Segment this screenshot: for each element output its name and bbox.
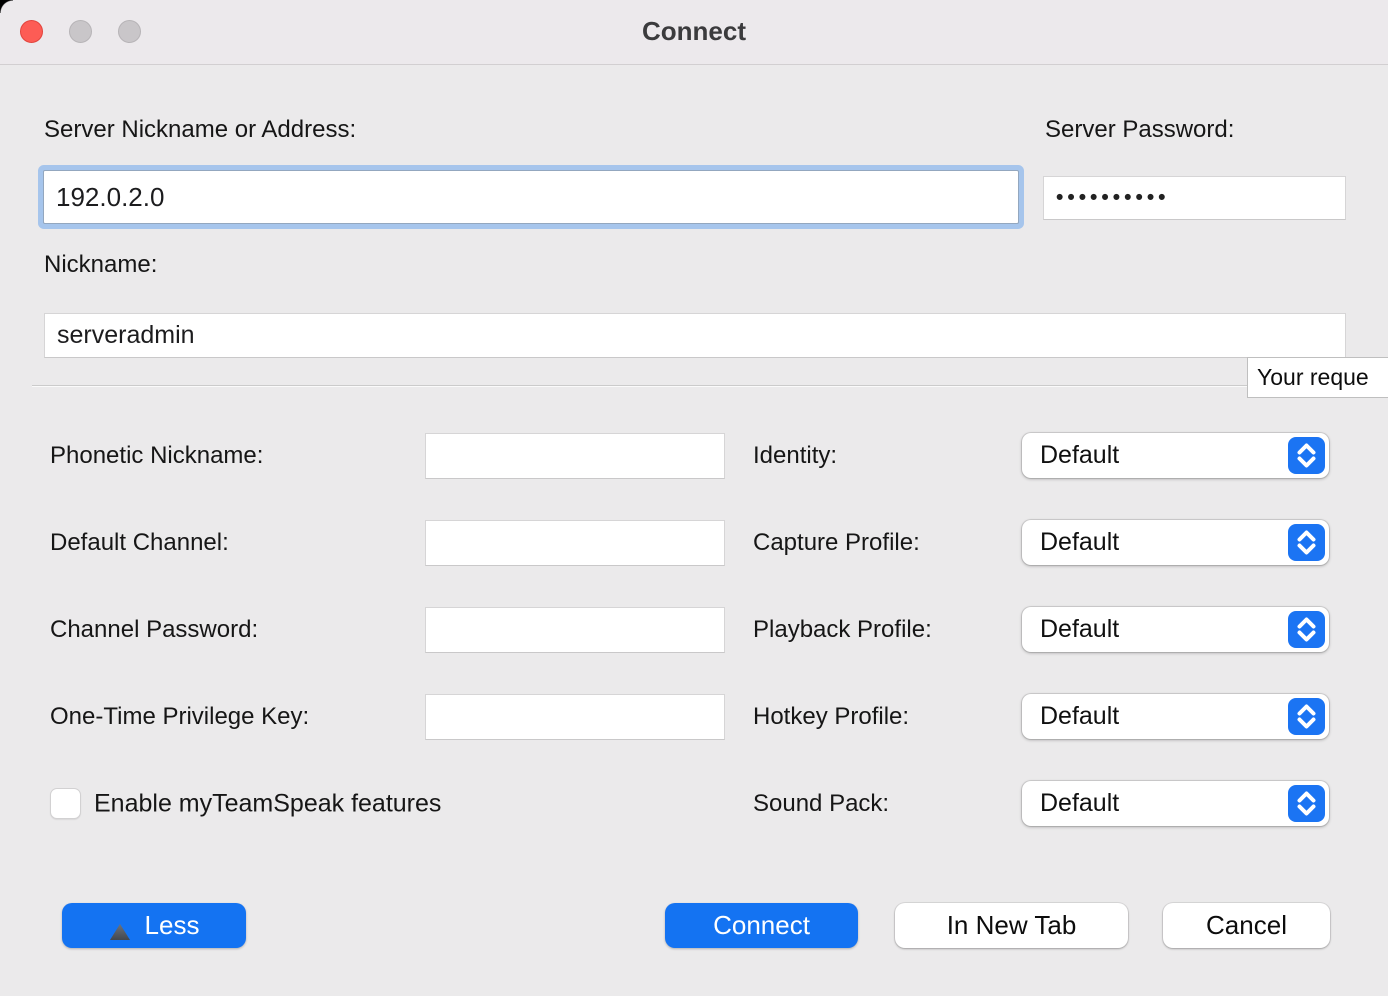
window-title: Connect — [0, 0, 1388, 64]
capture-profile-dropdown-value: Default — [1040, 520, 1119, 565]
capture-profile-dropdown[interactable]: Default — [1022, 520, 1329, 565]
titlebar: Connect — [0, 0, 1388, 65]
form-row: One-Time Privilege Key: Hotkey Profile: … — [0, 693, 1388, 741]
phonetic-nickname-label: Phonetic Nickname: — [50, 442, 263, 470]
in-new-tab-button-label: In New Tab — [947, 910, 1077, 941]
myteamspeak-checkbox[interactable] — [50, 788, 81, 819]
sound-pack-dropdown[interactable]: Default — [1022, 781, 1329, 826]
less-button-label: Less — [145, 910, 200, 941]
playback-profile-label: Playback Profile: — [753, 616, 932, 644]
sound-pack-dropdown-value: Default — [1040, 781, 1119, 826]
identity-dropdown[interactable]: Default — [1022, 433, 1329, 478]
connect-dialog: Connect Server Nickname or Address: Serv… — [0, 0, 1388, 996]
cancel-button-label: Cancel — [1206, 910, 1287, 941]
chevron-up-down-icon — [1288, 437, 1325, 474]
channel-password-input[interactable] — [425, 607, 725, 653]
default-channel-label: Default Channel: — [50, 529, 229, 557]
identity-dropdown-value: Default — [1040, 433, 1119, 478]
server-password-input[interactable] — [1043, 176, 1346, 220]
capture-profile-label: Capture Profile: — [753, 529, 920, 557]
chevron-up-down-icon — [1288, 611, 1325, 648]
zoom-button[interactable] — [118, 20, 141, 43]
channel-password-label: Channel Password: — [50, 616, 258, 644]
server-address-label: Server Nickname or Address: — [44, 116, 356, 144]
playback-profile-dropdown[interactable]: Default — [1022, 607, 1329, 652]
phonetic-nickname-input[interactable] — [425, 433, 725, 479]
connect-button-label: Connect — [713, 910, 810, 941]
up-triangle-icon — [109, 917, 131, 935]
tooltip: Your reque — [1247, 357, 1388, 398]
cancel-button[interactable]: Cancel — [1163, 903, 1330, 948]
myteamspeak-checkbox-label: Enable myTeamSpeak features — [94, 790, 441, 819]
less-button[interactable]: Less — [62, 903, 246, 948]
hotkey-profile-dropdown[interactable]: Default — [1022, 694, 1329, 739]
hotkey-profile-dropdown-value: Default — [1040, 694, 1119, 739]
connect-button[interactable]: Connect — [665, 903, 858, 948]
form-row: Phonetic Nickname: Identity: Default — [0, 432, 1388, 480]
form-row: Enable myTeamSpeak features Sound Pack: … — [0, 780, 1388, 828]
privilege-key-input[interactable] — [425, 694, 725, 740]
chevron-up-down-icon — [1288, 698, 1325, 735]
nickname-label: Nickname: — [44, 251, 157, 279]
hotkey-profile-label: Hotkey Profile: — [753, 703, 909, 731]
chevron-up-down-icon — [1288, 524, 1325, 561]
server-address-input[interactable] — [43, 170, 1019, 224]
close-button[interactable] — [20, 20, 43, 43]
sound-pack-label: Sound Pack: — [753, 790, 889, 818]
chevron-up-down-icon — [1288, 785, 1325, 822]
privilege-key-label: One-Time Privilege Key: — [50, 703, 309, 731]
in-new-tab-button[interactable]: In New Tab — [895, 903, 1128, 948]
server-password-label: Server Password: — [1045, 116, 1234, 144]
nickname-input[interactable] — [44, 313, 1346, 358]
form-row: Channel Password: Playback Profile: Defa… — [0, 606, 1388, 654]
minimize-button[interactable] — [69, 20, 92, 43]
default-channel-input[interactable] — [425, 520, 725, 566]
identity-label: Identity: — [753, 442, 837, 470]
traffic-lights — [20, 20, 141, 43]
separator — [32, 385, 1388, 387]
window-corner — [0, 0, 13, 13]
playback-profile-dropdown-value: Default — [1040, 607, 1119, 652]
form-row: Default Channel: Capture Profile: Defaul… — [0, 519, 1388, 567]
